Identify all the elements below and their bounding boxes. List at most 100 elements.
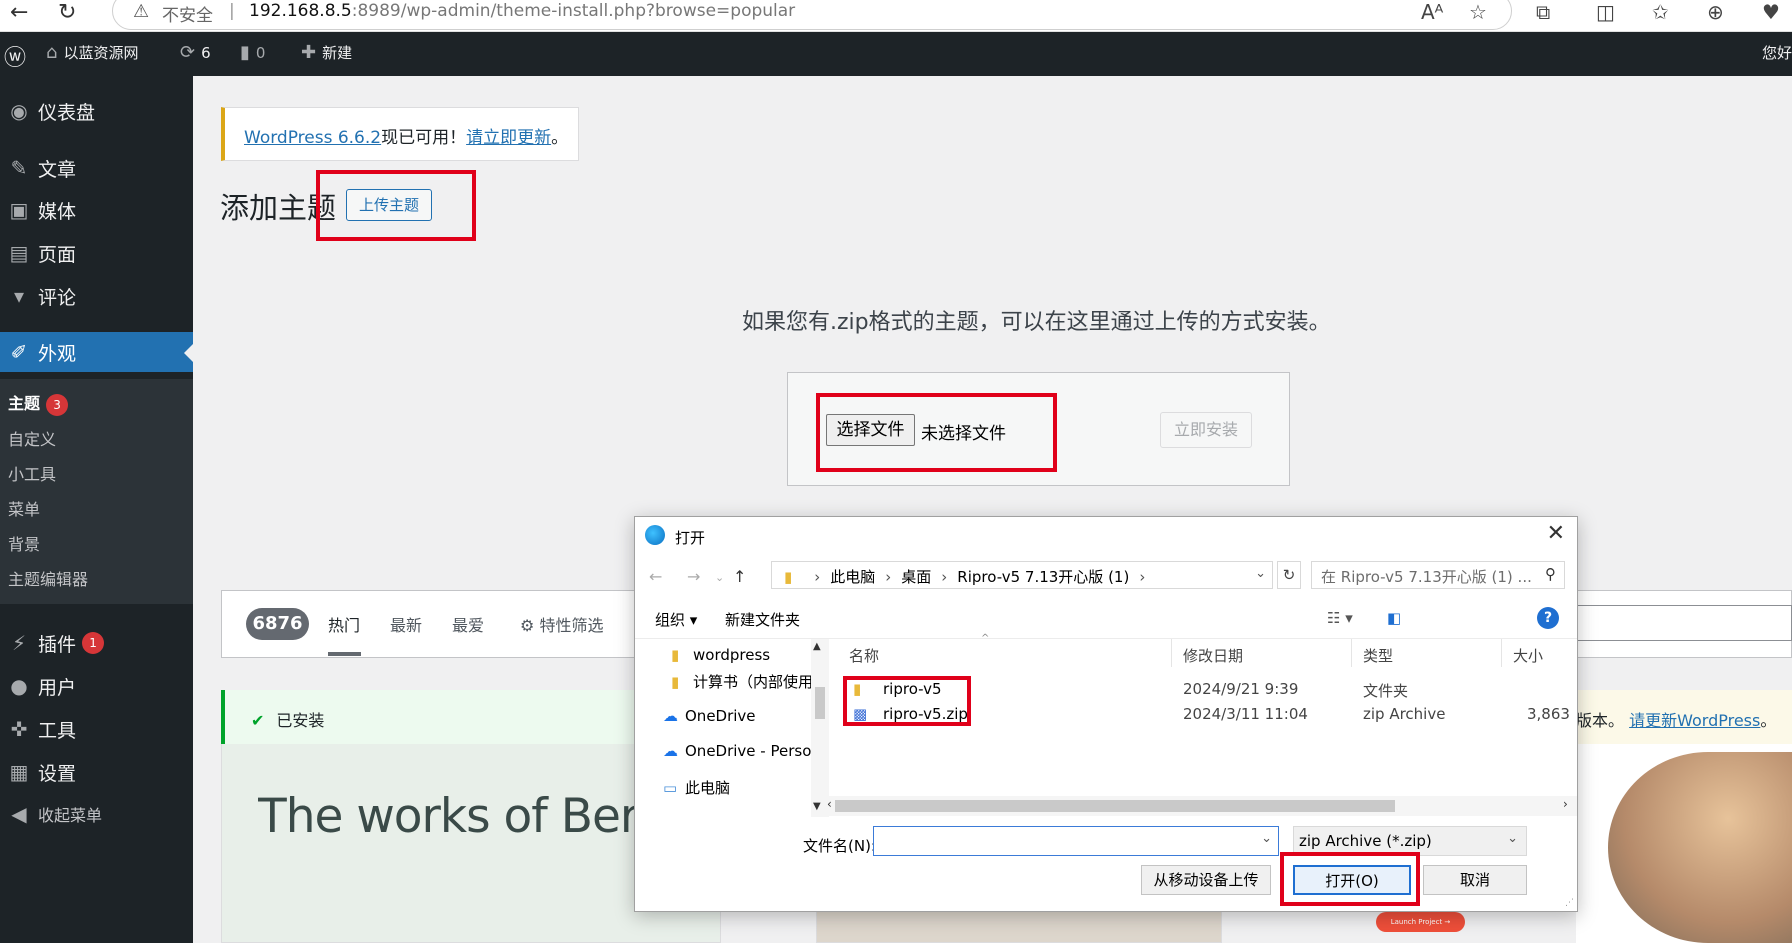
up-arrow-icon[interactable]: ↑ [733,567,746,586]
updates-link[interactable]: ⟳ 6 [180,42,211,63]
navigation-tree: ▮ wordpress ▮ 计算书（内部使用 ☁ OneDrive ☁ OneDrive… [635,639,831,817]
refresh-icon[interactable]: ↻ [1277,561,1301,589]
menu-users[interactable]: ● 用户 [0,666,193,706]
new-folder-button[interactable]: 新建文件夹 [725,609,800,630]
menu-pages[interactable]: ▤ 页面 [0,233,193,273]
submenu-background[interactable]: 背景 [8,531,40,555]
security-label[interactable]: 不安全 [162,1,213,26]
breadcrumb-folder[interactable]: Ripro-v5 7.13开心版 (1) [957,568,1129,586]
file-type: zip Archive [1363,705,1446,723]
tree-item-onedrive[interactable]: ☁ OneDrive [663,707,756,725]
breadcrumb-this-pc[interactable]: 此电脑 [830,568,875,586]
column-separator [1351,639,1352,667]
breadcrumb-desktop[interactable]: 桌面 [901,568,931,586]
dialog-address-bar[interactable]: ▮ › 此电脑 › 桌面 › Ripro-v5 7.13开心版 (1) › ⌄ [771,561,1273,589]
cloud-icon: ☁ [663,742,678,760]
profile-icon[interactable]: ♥ [1762,0,1780,24]
preview-pane-icon[interactable]: ◧ [1387,609,1401,627]
scroll-down-icon[interactable]: ▼ [813,801,821,812]
chevron-down-icon[interactable]: ⌄ [1261,831,1272,846]
forward-arrow-icon[interactable]: → [687,567,700,586]
favorites-icon[interactable]: ✩ [1652,0,1669,24]
dialog-search-input[interactable]: 在 Ripro-v5 7.13开心版 (1) ... ⚲ [1311,561,1565,589]
recent-dropdown-icon[interactable]: ⌄ [715,571,724,584]
back-arrow-icon[interactable]: ← [10,0,28,25]
user-icon: ● [10,674,28,698]
split-screen-icon[interactable]: ◫ [1596,0,1615,24]
wp-version-link[interactable]: WordPress 6.6.2 [244,128,381,148]
file-size: 3,863 [1527,705,1570,723]
filter-favorites[interactable]: 最爱 [452,612,484,636]
resize-grip-icon[interactable]: ⋰ [1565,898,1574,908]
tree-item-wordpress[interactable]: ▮ wordpress [671,646,770,664]
organize-menu[interactable]: 组织 ▾ [655,609,697,630]
extensions-icon[interactable]: ⧉ [1536,0,1550,24]
column-size[interactable]: 大小 [1513,645,1543,666]
scroll-right-icon[interactable]: › [1563,797,1568,811]
filename-input[interactable]: ⌄ [873,826,1279,856]
collections-icon[interactable]: ⊕ [1707,0,1724,24]
tree-item-calc[interactable]: ▮ 计算书（内部使用 [671,671,813,692]
active-arrow [184,344,193,362]
filter-feature[interactable]: ⚙ 特性筛选 [520,612,603,636]
tree-scrollbar[interactable] [811,639,829,817]
menu-settings[interactable]: ▦ 设置 [0,752,193,792]
cancel-button[interactable]: 取消 [1423,865,1527,895]
submenu-customize[interactable]: 自定义 [8,426,56,450]
submenu-themes[interactable]: 主题 3 [8,390,69,416]
tree-scroll-thumb[interactable] [815,687,825,719]
menu-appearance[interactable]: ✐ 外观 [0,332,193,372]
collapse-icon: ◀ [11,802,27,826]
tree-item-this-pc[interactable]: ▭ 此电脑 [663,777,730,798]
read-aloud-icon[interactable]: Aᴬ [1421,0,1443,24]
menu-tools[interactable]: ✜ 工具 [0,709,193,749]
filename-label: 文件名(N): [803,837,876,855]
wordpress-logo-icon[interactable]: ⓦ [4,40,26,72]
warning-icon[interactable]: ⚠ [133,1,149,22]
cloud-icon: ☁ [663,707,678,725]
install-now-button[interactable]: 立即安装 [1160,412,1252,448]
menu-plugins[interactable]: ⚡ 插件 1 [0,623,193,663]
menu-posts[interactable]: ✎ 文章 [0,148,193,188]
filter-popular[interactable]: 热门 [328,612,360,636]
filter-latest[interactable]: 最新 [390,612,422,636]
file-date: 2024/3/11 11:04 [1183,705,1308,723]
upload-from-mobile-button[interactable]: 从移动设备上传 [1141,865,1271,895]
comments-link[interactable]: ▮ 0 [240,42,265,63]
close-icon[interactable]: ✕ [1547,521,1565,546]
favorite-star-icon[interactable]: ☆ [1469,0,1487,24]
site-name-link[interactable]: ⌂ 以蓝资源网 [46,42,138,63]
scroll-up-icon[interactable]: ▲ [813,641,821,652]
menu-comments[interactable]: ▾ 评论 [0,276,193,316]
back-arrow-icon[interactable]: ← [649,567,662,586]
view-options-icon[interactable]: ☷ ▾ [1327,609,1353,627]
new-content-link[interactable]: ✚ 新建 [301,42,352,63]
menu-collapse[interactable]: ◀ 收起菜单 [0,794,193,834]
hscroll-thumb[interactable] [835,800,1395,812]
appearance-submenu: 主题 3 自定义 小工具 菜单 背景 主题编辑器 [0,379,193,604]
help-icon[interactable]: ? [1537,607,1559,629]
notice-text: 现已可用！ [381,128,467,148]
update-now-link[interactable]: 请立即更新 [466,128,551,148]
column-type[interactable]: 类型 [1363,645,1393,666]
column-name[interactable]: 名称 [849,645,879,666]
menu-dashboard[interactable]: ◉ 仪表盘 [0,91,193,131]
update-wordpress-link[interactable]: 请更新WordPress [1629,711,1760,730]
user-greeting[interactable]: 您好 [1762,42,1792,63]
reload-icon[interactable]: ↻ [58,0,76,25]
column-separator [1501,639,1502,667]
computer-icon: ▭ [663,779,678,797]
submenu-theme-editor[interactable]: 主题编辑器 [8,566,88,590]
theme-search-input[interactable] [1560,605,1792,641]
upload-help-text: 如果您有.zip格式的主题，可以在这里通过上传的方式安装。 [742,310,1331,335]
wp-admin-bar: ⓦ ⌂ 以蓝资源网 ⟳ 6 ▮ 0 ✚ 新建 您好 [0,32,1792,76]
address-dropdown-icon[interactable]: ⌄ [1255,566,1266,581]
url-text[interactable]: 192.168.8.5:8989/wp-admin/theme-install.… [249,1,795,21]
tree-item-onedrive-personal[interactable]: ☁ OneDrive - Perso [663,742,813,760]
submenu-widgets[interactable]: 小工具 [8,461,56,485]
scroll-left-icon[interactable]: ‹ [827,797,832,811]
submenu-menus[interactable]: 菜单 [8,496,40,520]
menu-media[interactable]: ▣ 媒体 [0,190,193,230]
column-date[interactable]: 修改日期 [1183,645,1243,666]
admin-sidebar: ◉ 仪表盘 ✎ 文章 ▣ 媒体 ▤ 页面 ▾ 评论 ✐ 外观 主题 3 自定义 小工具 菜单 … [0,76,193,943]
